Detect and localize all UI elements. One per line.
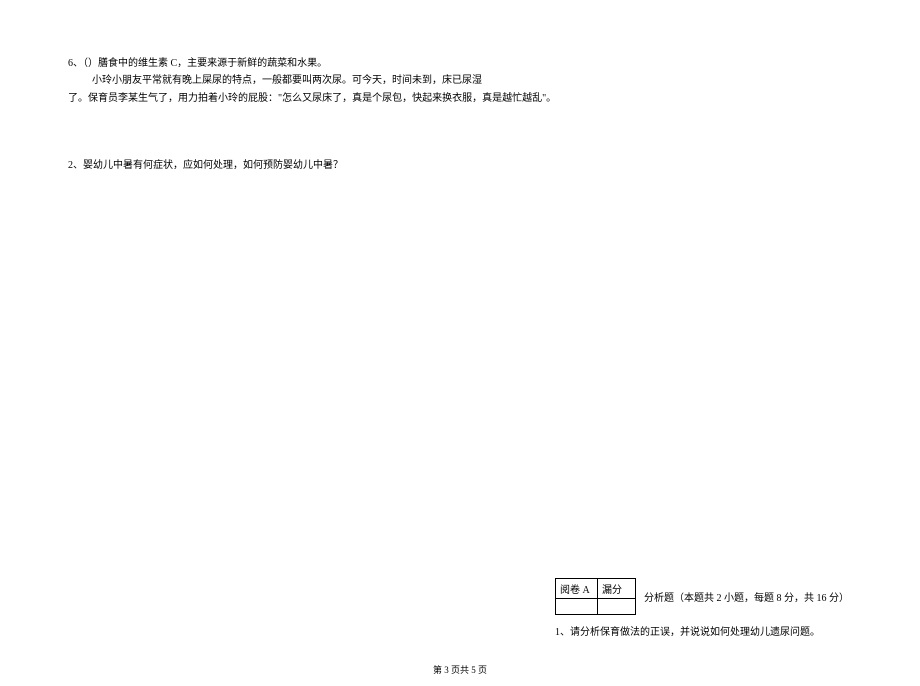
analysis-section: 阅卷 A 漏分 分析题（本题共 2 小题，每题 8 分，共 16 分） 1、请分…	[555, 578, 865, 638]
score-cell-miss	[598, 599, 636, 615]
analysis-title: 分析题（本题共 2 小题，每题 8 分，共 16 分）	[636, 579, 866, 615]
score-cell-reviewer	[556, 599, 598, 615]
score-header-reviewer: 阅卷 A	[556, 579, 598, 599]
story-paragraph-line2: 了。保育员李某生气了，用力拍着小玲的屁股："怎么又尿床了，真是个尿包，快起来换衣…	[68, 90, 852, 107]
score-header-miss: 漏分	[598, 579, 636, 599]
score-table: 阅卷 A 漏分 分析题（本题共 2 小题，每题 8 分，共 16 分）	[555, 578, 865, 615]
page-footer: 第 3 页共 5 页	[0, 663, 920, 676]
question-6: 6、（）膳食中的维生素 C，主要来源于新鲜的蔬菜和水果。	[68, 55, 852, 72]
analysis-question-1: 1、请分析保育做法的正误，并说说如何处理幼儿遗尿问题。	[555, 623, 865, 638]
story-paragraph-line1: 小玲小朋友平常就有晚上屎尿的特点，一般都要叫两次尿。可今天，时间未到，床已尿湿	[92, 72, 852, 89]
question-2: 2、婴幼儿中暑有何症状，应如何处理，如何预防婴幼儿中暑？	[68, 157, 852, 174]
